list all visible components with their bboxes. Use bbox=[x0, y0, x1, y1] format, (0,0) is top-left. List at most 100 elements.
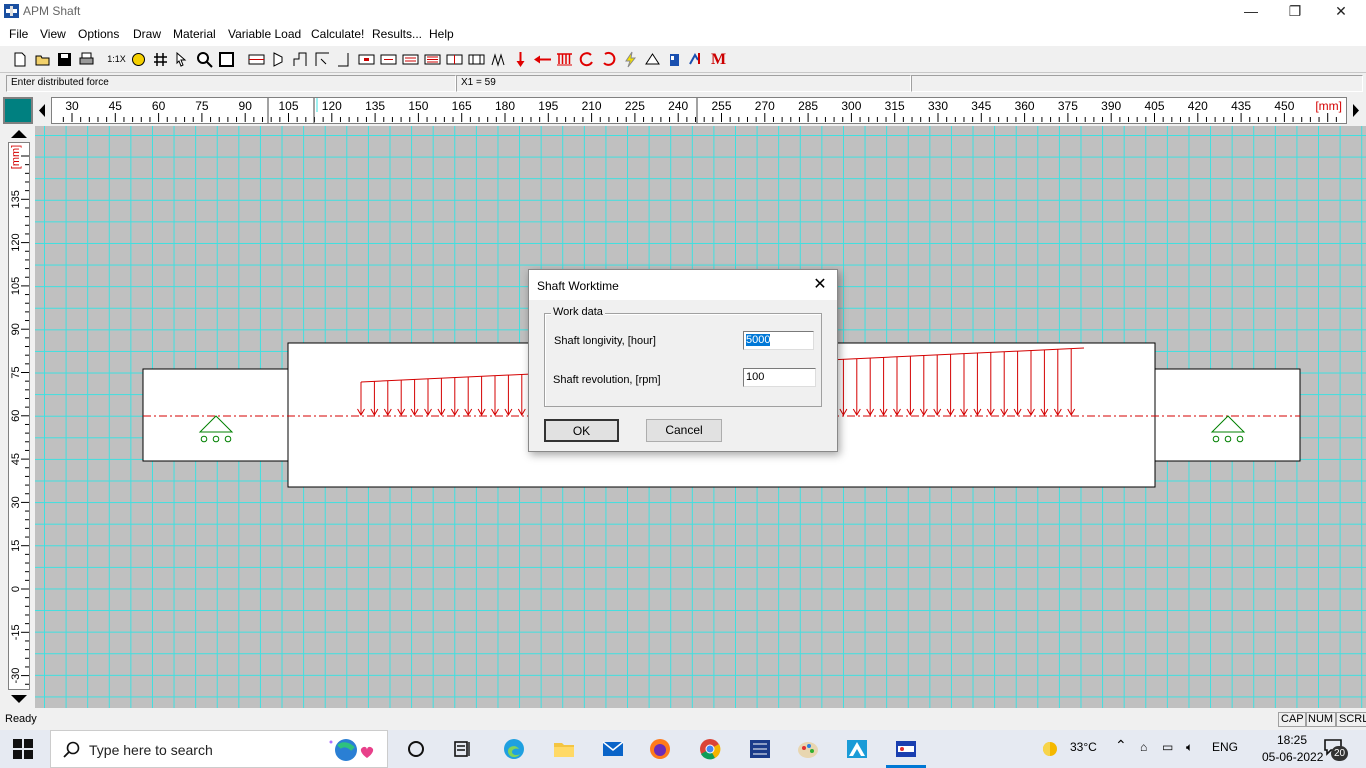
save-icon[interactable] bbox=[55, 50, 74, 69]
support-icon[interactable] bbox=[643, 50, 662, 69]
windows-start-icon[interactable] bbox=[12, 738, 34, 760]
hruler-label: 180 bbox=[495, 99, 515, 113]
notch-icon[interactable] bbox=[467, 50, 486, 69]
cylinder-section-icon[interactable] bbox=[247, 50, 266, 69]
chevron-up-icon[interactable]: ⌃ bbox=[1115, 737, 1127, 754]
select-icon[interactable] bbox=[173, 50, 192, 69]
radial-force-icon[interactable] bbox=[511, 50, 530, 69]
network-icon[interactable]: ⌂ bbox=[1140, 740, 1147, 754]
menu-material[interactable]: Material bbox=[173, 27, 216, 41]
menu-calculate[interactable]: Calculate! bbox=[311, 27, 364, 41]
hruler-label: 435 bbox=[1231, 99, 1251, 113]
menu-options[interactable]: Options bbox=[78, 27, 119, 41]
menu-draw[interactable]: Draw bbox=[133, 27, 161, 41]
vruler-label: 60 bbox=[10, 410, 22, 422]
scroll-right-icon[interactable] bbox=[1348, 98, 1363, 123]
weather-icon[interactable] bbox=[1040, 739, 1060, 759]
vruler-label: 105 bbox=[10, 277, 22, 295]
edge-icon[interactable] bbox=[497, 734, 531, 764]
clock-date[interactable]: 05-06-2022 bbox=[1262, 750, 1323, 764]
results-icon[interactable]: M bbox=[709, 50, 728, 69]
window-title: APM Shaft bbox=[23, 4, 81, 18]
work-data-group bbox=[544, 313, 822, 407]
file-explorer-icon[interactable] bbox=[547, 734, 581, 764]
menu-results[interactable]: Results... bbox=[372, 27, 422, 41]
menu-help[interactable]: Help bbox=[429, 27, 454, 41]
vertical-ruler: 135 120 105 90 75 60 45 30 15 0 -15 -30 [mm] bbox=[8, 142, 30, 690]
task-view-icon[interactable] bbox=[399, 734, 433, 764]
notification-count: 20 bbox=[1331, 746, 1348, 761]
thread-icon[interactable] bbox=[423, 50, 442, 69]
hole-icon[interactable] bbox=[445, 50, 464, 69]
firefox-icon[interactable] bbox=[643, 734, 677, 764]
calculator-app-icon[interactable] bbox=[743, 734, 777, 764]
paint-icon[interactable] bbox=[791, 734, 825, 764]
zoom-1x-button[interactable]: 1:1X bbox=[107, 50, 126, 69]
scroll-up-icon[interactable] bbox=[5, 127, 33, 141]
gear-section-icon[interactable] bbox=[489, 50, 508, 69]
dialog-close-button[interactable]: ✕ bbox=[807, 274, 833, 296]
axial-force-icon[interactable] bbox=[533, 50, 552, 69]
scroll-lock-indicator: SCRL bbox=[1336, 712, 1366, 727]
ok-button[interactable]: OK bbox=[544, 419, 619, 442]
language-indicator[interactable]: ENG bbox=[1212, 740, 1238, 754]
cancel-button[interactable]: Cancel bbox=[646, 419, 722, 442]
minimize-button[interactable]: — bbox=[1228, 0, 1274, 23]
groove-icon[interactable] bbox=[357, 50, 376, 69]
keyway-icon[interactable] bbox=[379, 50, 398, 69]
dialog-title: Shaft Worktime bbox=[537, 279, 619, 293]
open-folder-icon[interactable] bbox=[33, 50, 52, 69]
zoom-icon[interactable] bbox=[195, 50, 214, 69]
torque-icon[interactable] bbox=[599, 50, 618, 69]
vertical-ruler-ticks: 135 120 105 90 75 60 45 30 15 0 -15 -30 [mm] bbox=[10, 145, 29, 685]
color-swatch[interactable] bbox=[3, 97, 33, 124]
spline-icon[interactable] bbox=[401, 50, 420, 69]
print-icon[interactable] bbox=[77, 50, 96, 69]
cone-section-icon[interactable] bbox=[269, 50, 288, 69]
calculate-icon[interactable] bbox=[687, 50, 706, 69]
notification-center[interactable]: 20 bbox=[1323, 738, 1349, 762]
hruler-label: 300 bbox=[841, 99, 861, 113]
menu-bar: File View Options Draw Material Variable… bbox=[0, 23, 1366, 45]
step-icon[interactable] bbox=[291, 50, 310, 69]
chrome-icon[interactable] bbox=[693, 734, 727, 764]
status-pane-empty bbox=[911, 75, 1363, 92]
lightning-icon[interactable] bbox=[621, 50, 640, 69]
material-icon[interactable] bbox=[665, 50, 684, 69]
temperature[interactable]: 33°C bbox=[1070, 740, 1097, 754]
volume-icon[interactable]: 🔈︎ bbox=[1186, 740, 1193, 755]
bending-moment-icon[interactable] bbox=[577, 50, 596, 69]
new-file-icon[interactable] bbox=[10, 50, 29, 69]
mathcad-icon[interactable] bbox=[840, 734, 874, 764]
grid-icon[interactable] bbox=[151, 50, 170, 69]
hruler-label: 270 bbox=[755, 99, 775, 113]
revolution-input[interactable]: 100 bbox=[743, 368, 816, 387]
widgets-icon[interactable] bbox=[446, 734, 480, 764]
horizontal-ruler: 30 45 60 75 90 105 120 135 150 165 180 195 210 225 240… bbox=[51, 97, 1347, 124]
close-button[interactable]: ✕ bbox=[1318, 0, 1364, 23]
mail-icon[interactable] bbox=[596, 734, 630, 764]
scroll-left-icon[interactable] bbox=[35, 98, 50, 123]
menu-variable-load[interactable]: Variable Load bbox=[228, 27, 301, 41]
hruler-label: 405 bbox=[1144, 99, 1164, 113]
maximize-button[interactable]: ❐ bbox=[1272, 0, 1318, 23]
apm-shaft-taskbar-icon[interactable] bbox=[889, 734, 923, 764]
hruler-label: 420 bbox=[1188, 99, 1208, 113]
distributed-force-icon[interactable] bbox=[555, 50, 574, 69]
hruler-label: 105 bbox=[278, 99, 298, 113]
zoom-all-icon[interactable] bbox=[217, 50, 236, 69]
fillet-icon[interactable] bbox=[335, 50, 354, 69]
menu-file[interactable]: File bbox=[9, 27, 28, 41]
chamfer-icon[interactable] bbox=[313, 50, 332, 69]
hruler-label: 390 bbox=[1101, 99, 1121, 113]
scroll-down-icon[interactable] bbox=[5, 692, 33, 706]
hruler-label: 225 bbox=[625, 99, 645, 113]
menu-view[interactable]: View bbox=[40, 27, 66, 41]
vruler-unit: [mm] bbox=[10, 145, 22, 169]
display-icon[interactable]: ▭ bbox=[1162, 740, 1173, 754]
taskbar-search-box[interactable]: Type here to search bbox=[50, 730, 388, 768]
longevity-input[interactable]: 5000 bbox=[743, 331, 814, 350]
hruler-label: 60 bbox=[152, 99, 166, 113]
clock-time[interactable]: 18:25 bbox=[1277, 733, 1307, 747]
pan-icon[interactable] bbox=[129, 50, 148, 69]
